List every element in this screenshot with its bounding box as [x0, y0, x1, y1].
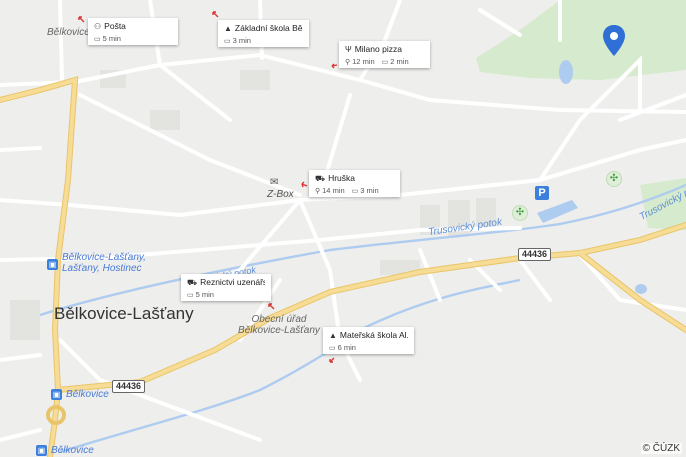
bus-stop-label: Bělkovice — [51, 445, 94, 456]
parking-icon[interactable]: P — [535, 186, 549, 200]
poi-card-materska-skola[interactable]: ▲ Mateřská škola Al... ▭ 6 min — [323, 327, 414, 354]
sport-icon[interactable]: ✣ — [606, 171, 622, 187]
car-icon: ▭ — [94, 36, 101, 43]
car-icon: ▭ — [329, 345, 336, 352]
road-number-shield: 44436 — [518, 248, 552, 261]
town-office-label: Obecní úřad Bělkovice-Lašťany — [238, 314, 320, 336]
poi-card-hruska[interactable]: ⛟ Hruška ⚲ 14 min ▭ 3 min — [309, 170, 400, 197]
car-icon: ▭ — [351, 188, 359, 195]
car-icon: ▭ — [381, 59, 389, 66]
bus-stop-label: Bělkovice-Lašťany, Lašťany, Hostinec — [62, 252, 146, 274]
shop-icon: ⛟ — [315, 174, 326, 183]
poi-drive-time: 2 min — [390, 57, 409, 66]
school-icon: ▲ — [224, 24, 232, 33]
poi-walk-time: 14 min — [322, 186, 345, 195]
poi-title: Mateřská škola Al... — [339, 330, 408, 340]
poi-title: Základní škola Bě... — [234, 23, 303, 33]
post-office-icon: ⚇ — [94, 22, 102, 31]
school-icon: ▲ — [329, 331, 337, 340]
poi-card-milano-pizza[interactable]: Ψ Milano pizza ⚲ 12 min ▭ 2 min — [339, 41, 430, 68]
shop-icon: ⛟ — [187, 278, 198, 287]
zbox-label: Z-Box — [267, 189, 294, 200]
bus-stop-label: Bělkovice — [66, 389, 109, 400]
location-pin-icon[interactable] — [601, 24, 627, 58]
bus-stop-icon[interactable]: ▣ — [47, 259, 58, 270]
car-icon: ▭ — [187, 292, 194, 299]
poi-title: Milano pizza — [354, 44, 402, 54]
poi-card-zakladni-skola[interactable]: ▲ Základní škola Bě... ▭ 3 min — [218, 20, 309, 47]
village-label-top: Bělkovice — [47, 27, 90, 38]
town-label: Bělkovice-Lašťany — [54, 304, 194, 323]
poi-drive-time: 3 min — [360, 186, 379, 195]
bus-stop-icon[interactable]: ▣ — [36, 445, 47, 456]
restaurant-icon: Ψ — [345, 45, 352, 54]
walk-icon: ⚲ — [345, 59, 351, 66]
poi-title: Pošta — [104, 21, 126, 31]
map-canvas[interactable]: Bělkovice Bělkovice-Lašťany Trusovický p… — [0, 0, 686, 457]
poi-card-posta[interactable]: ⚇ Pošta ▭ 5 min — [88, 18, 178, 45]
poi-walk-time: 12 min — [352, 57, 375, 66]
poi-drive-time: 6 min — [337, 343, 356, 352]
poi-card-reznictvi[interactable]: ⛟Reznictvi uzenářs... ▭5 min — [181, 274, 271, 301]
sport-icon[interactable]: ✣ — [512, 205, 528, 221]
copyright-notice: © ČÚZK — [640, 443, 682, 454]
poi-title: Reznictvi uzenářs... — [200, 277, 265, 287]
poi-drive-time: 5 min — [195, 290, 214, 299]
car-icon: ▭ — [224, 38, 231, 45]
walk-icon: ⚲ — [315, 188, 321, 195]
bus-stop-icon[interactable]: ▣ — [51, 389, 62, 400]
poi-drive-time: 5 min — [102, 34, 121, 43]
zbox-icon: ✉ — [270, 177, 279, 188]
road-number-shield: 44436 — [112, 380, 146, 393]
poi-drive-time: 3 min — [232, 36, 251, 45]
poi-title: Hruška — [328, 173, 356, 183]
